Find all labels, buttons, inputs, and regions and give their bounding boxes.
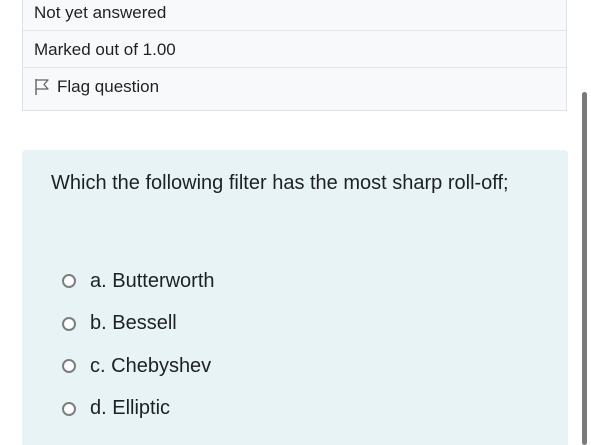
answer-option-c[interactable]: c. Chebyshev [62, 345, 215, 388]
flag-question-label: Flag question [57, 77, 160, 96]
answer-text: Bessell [112, 312, 177, 335]
divider [23, 30, 566, 31]
question-content: Which the following filter has the most … [22, 150, 568, 445]
answer-option-a[interactable]: a. Butterworth [62, 260, 215, 303]
answer-option-b[interactable]: b. Bessell [62, 303, 215, 346]
answer-text: Chebyshev [111, 354, 212, 377]
scrollbar[interactable] [582, 92, 587, 445]
question-grade: Marked out of 1.00 [34, 40, 176, 59]
quiz-page: Not yet answered Marked out of 1.00 Flag… [0, 0, 591, 445]
flag-icon [34, 78, 50, 96]
question-state: Not yet answered [34, 3, 167, 22]
answer-letter: c. [90, 354, 106, 377]
radio-button[interactable] [62, 359, 76, 374]
answer-options: a. Butterworth b. Bessell c. Chebyshev d… [62, 260, 215, 430]
answer-letter: a. [90, 269, 107, 292]
answer-text: Elliptic [112, 397, 171, 420]
divider [23, 67, 566, 68]
answer-letter: b. [90, 312, 107, 335]
question-info-panel: Not yet answered Marked out of 1.00 Flag… [22, 0, 567, 111]
question-text: Which the following filter has the most … [51, 172, 509, 194]
radio-button[interactable] [62, 401, 76, 416]
radio-button[interactable] [62, 316, 76, 331]
answer-letter: d. [90, 397, 107, 420]
flag-question-button[interactable]: Flag question [34, 77, 159, 97]
radio-button[interactable] [62, 274, 76, 289]
answer-text: Butterworth [112, 269, 215, 292]
answer-option-d[interactable]: d. Elliptic [62, 388, 215, 431]
